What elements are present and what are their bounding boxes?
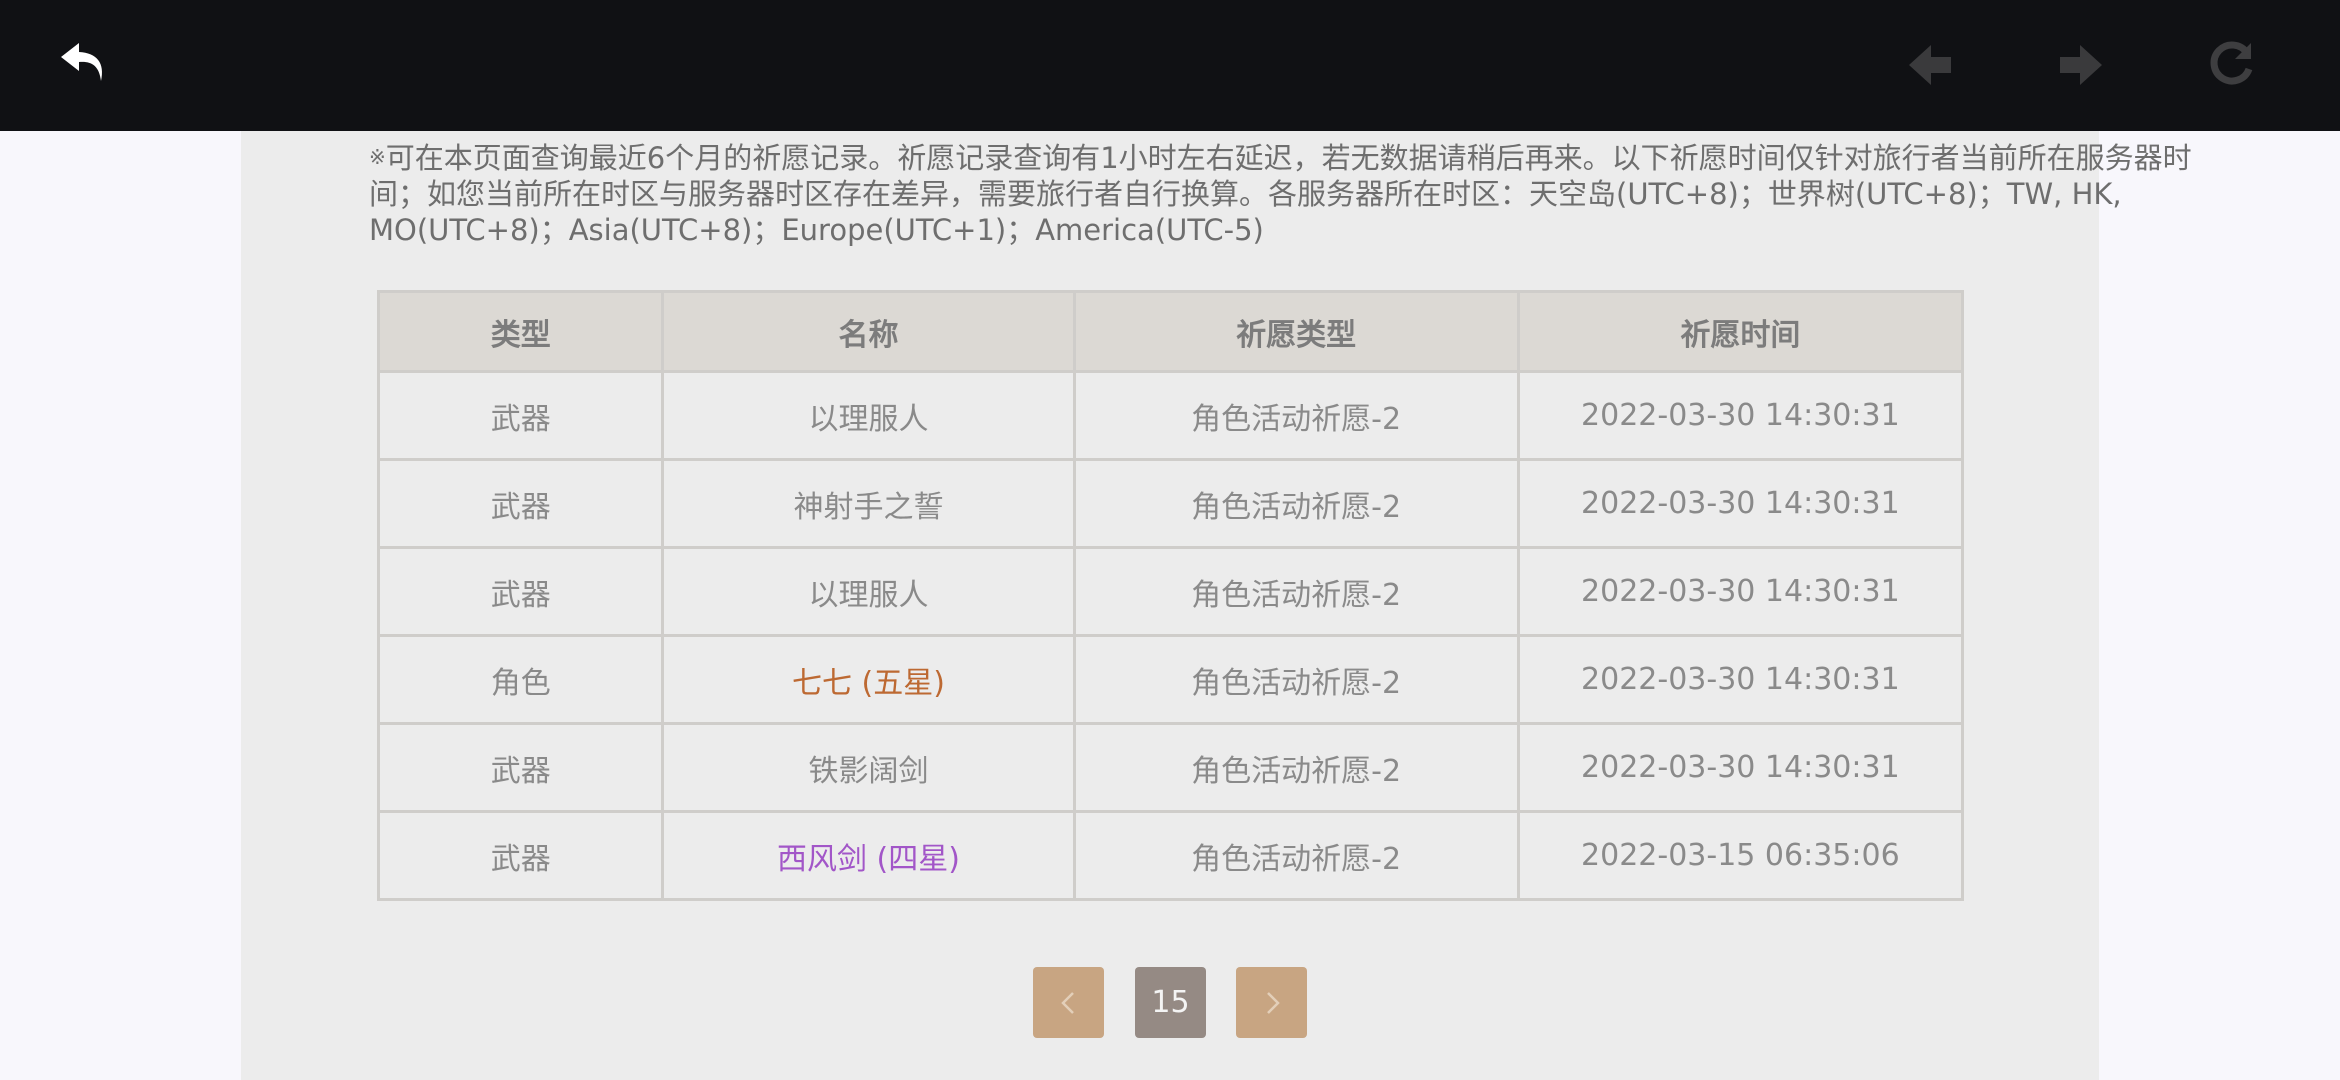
- cell-time: 2022-03-15 06:35:06: [1516, 810, 1965, 901]
- chevron-left-icon: [1060, 991, 1074, 1014]
- cell-name: 神射手之誓: [661, 458, 1076, 549]
- cell-pool: 角色活动祈愿-2: [1072, 370, 1520, 461]
- cell-name-four-star: 西风剑 (四星): [661, 810, 1076, 901]
- table-row: 武器 神射手之誓 角色活动祈愿-2 2022-03-30 14:30:31: [376, 458, 1965, 549]
- diamond-right-icon: [2060, 45, 2102, 85]
- wish-history-panel: ※可在本页面查询最近6个月的祈愿记录。祈愿记录查询有1小时左右延迟，若无数据请稍…: [241, 131, 2192, 1080]
- cell-name: 以理服人: [661, 370, 1076, 461]
- header-type: 类型: [376, 290, 665, 373]
- table-row: 角色 七七 (五星) 角色活动祈愿-2 2022-03-30 14:30:31: [376, 634, 1965, 725]
- back-button[interactable]: [48, 30, 118, 100]
- cell-type: 武器: [376, 722, 665, 813]
- cell-pool: 角色活动祈愿-2: [1072, 722, 1520, 813]
- reload-icon: [2210, 41, 2253, 85]
- current-page-indicator: 15: [1135, 967, 1206, 1038]
- cell-type: 角色: [376, 634, 665, 725]
- next-page-button[interactable]: [1236, 967, 1307, 1038]
- table-row: 武器 西风剑 (四星) 角色活动祈愿-2 2022-03-15 06:35:06: [376, 810, 1965, 901]
- table-row: 武器 以理服人 角色活动祈愿-2 2022-03-30 14:30:31: [376, 546, 1965, 637]
- back-arrow-icon: [61, 43, 103, 81]
- nav-back-button[interactable]: [1896, 30, 1966, 100]
- cell-pool: 角色活动祈愿-2: [1072, 458, 1520, 549]
- header-name: 名称: [661, 290, 1076, 373]
- cell-type: 武器: [376, 458, 665, 549]
- diamond-left-icon: [1909, 45, 1951, 85]
- nav-forward-button[interactable]: [2045, 30, 2115, 100]
- cell-name: 以理服人: [661, 546, 1076, 637]
- chevron-right-icon: [1266, 991, 1280, 1014]
- cell-type: 武器: [376, 370, 665, 461]
- notice-mark: ※: [369, 145, 386, 169]
- cell-time: 2022-03-30 14:30:31: [1516, 546, 1965, 637]
- cell-pool: 角色活动祈愿-2: [1072, 810, 1520, 901]
- header-pool: 祈愿类型: [1072, 290, 1520, 373]
- cell-time: 2022-03-30 14:30:31: [1516, 634, 1965, 725]
- cell-type: 武器: [376, 546, 665, 637]
- prev-page-button[interactable]: [1033, 967, 1104, 1038]
- notice-text: ※可在本页面查询最近6个月的祈愿记录。祈愿记录查询有1小时左右延迟，若无数据请稍…: [369, 139, 2209, 248]
- table-row: 武器 以理服人 角色活动祈愿-2 2022-03-30 14:30:31: [376, 370, 1965, 461]
- top-toolbar: [0, 0, 2340, 131]
- notice-body: 可在本页面查询最近6个月的祈愿记录。祈愿记录查询有1小时左右延迟，若无数据请稍后…: [369, 141, 2192, 247]
- cell-time: 2022-03-30 14:30:31: [1516, 458, 1965, 549]
- cell-name-five-star: 七七 (五星): [661, 634, 1076, 725]
- reload-button[interactable]: [2196, 30, 2266, 100]
- wish-records-table: 类型 名称 祈愿类型 祈愿时间 武器 以理服人 角色活动祈愿-2 2022-03…: [376, 290, 1965, 901]
- cell-pool: 角色活动祈愿-2: [1072, 546, 1520, 637]
- cell-time: 2022-03-30 14:30:31: [1516, 370, 1965, 461]
- cell-pool: 角色活动祈愿-2: [1072, 634, 1520, 725]
- cell-name: 铁影阔剑: [661, 722, 1076, 813]
- table-header-row: 类型 名称 祈愿类型 祈愿时间: [376, 290, 1965, 373]
- cell-time: 2022-03-30 14:30:31: [1516, 722, 1965, 813]
- table-row: 武器 铁影阔剑 角色活动祈愿-2 2022-03-30 14:30:31: [376, 722, 1965, 813]
- header-time: 祈愿时间: [1516, 290, 1965, 373]
- cell-type: 武器: [376, 810, 665, 901]
